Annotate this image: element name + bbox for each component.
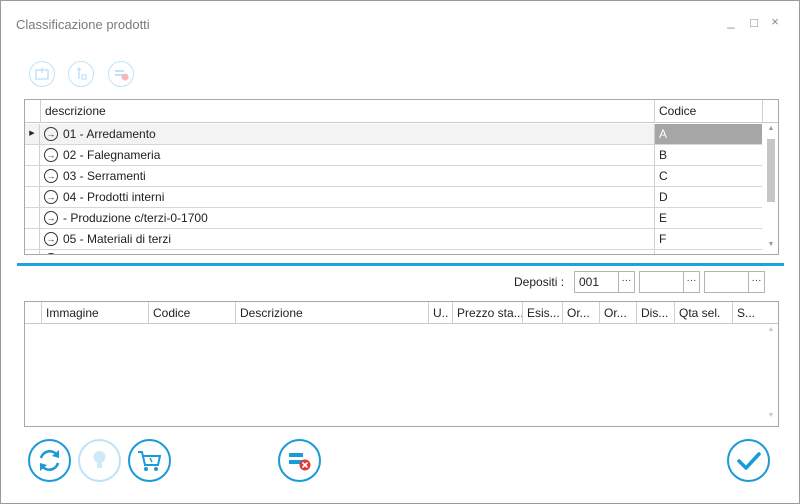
arrow-right-circle-icon[interactable]: → bbox=[44, 169, 58, 183]
category-description: - Produzione c/terzi-1701-3000 bbox=[63, 250, 228, 254]
lightbulb-icon bbox=[93, 451, 106, 468]
row-indicator bbox=[25, 166, 40, 186]
scroll-up-icon[interactable]: ▲ bbox=[764, 326, 778, 333]
category-code: F bbox=[654, 229, 762, 249]
window-title: Classificazione prodotti bbox=[16, 17, 150, 32]
products-grid-header: Immagine Codice Descrizione U.. Prezzo sta..… bbox=[25, 302, 778, 324]
table-row[interactable]: → - Produzione c/terzi-0-1700 E bbox=[25, 208, 762, 229]
browse-button-2[interactable]: ··· bbox=[683, 272, 699, 292]
deposito-value-1[interactable]: 001 bbox=[579, 272, 599, 292]
scroll-down-icon[interactable]: ▼ bbox=[764, 241, 778, 248]
confirm-icon bbox=[737, 452, 761, 470]
maximize-button[interactable]: □ bbox=[746, 15, 762, 31]
category-description: 01 - Arredamento bbox=[63, 127, 156, 141]
suggest-button[interactable] bbox=[78, 439, 121, 482]
category-description: 05 - Materiali di terzi bbox=[63, 232, 172, 246]
category-description: 02 - Falegnameria bbox=[63, 148, 161, 162]
category-code: G bbox=[654, 250, 762, 254]
category-code: E bbox=[654, 208, 762, 228]
scroll-thumb[interactable] bbox=[767, 139, 775, 202]
refresh-icon bbox=[39, 449, 60, 472]
close-button[interactable]: × bbox=[767, 14, 783, 30]
minimize-button[interactable]: _ bbox=[723, 14, 739, 30]
category-code: C bbox=[654, 166, 762, 186]
row-indicator: ▶ bbox=[25, 124, 40, 144]
table-row[interactable]: → 02 - Falegnameria B bbox=[25, 145, 762, 166]
add-icon[interactable] bbox=[29, 61, 55, 87]
table-row[interactable]: → 04 - Prodotti interni D bbox=[25, 187, 762, 208]
category-description: 04 - Prodotti interni bbox=[63, 190, 165, 204]
code-column-header[interactable]: Codice bbox=[655, 100, 763, 123]
arrow-right-circle-icon[interactable]: → bbox=[44, 232, 58, 246]
products-grid[interactable]: Immagine Codice Descrizione U.. Prezzo sta..… bbox=[24, 301, 779, 427]
row-indicator bbox=[25, 187, 40, 207]
delete-icon[interactable] bbox=[108, 61, 134, 87]
remove-filter-button[interactable] bbox=[278, 439, 321, 482]
arrow-right-circle-icon[interactable]: → bbox=[44, 211, 58, 225]
column-header-qta-sel[interactable]: Qta sel. bbox=[674, 302, 732, 324]
column-header-s[interactable]: S... bbox=[732, 302, 762, 324]
splitter[interactable] bbox=[17, 263, 784, 266]
table-row[interactable]: ▶ → 01 - Arredamento A bbox=[25, 124, 762, 145]
arrow-right-circle-icon[interactable]: → bbox=[44, 127, 58, 141]
row-indicator-header bbox=[25, 100, 41, 123]
refresh-button[interactable] bbox=[28, 439, 71, 482]
row-indicator bbox=[25, 145, 40, 165]
column-header-disponibile[interactable]: Dis... bbox=[636, 302, 674, 324]
arrow-right-circle-icon[interactable]: → bbox=[44, 253, 58, 254]
column-header-ordinato[interactable]: Or... bbox=[562, 302, 599, 324]
row-indicator bbox=[25, 208, 40, 228]
arrow-right-circle-icon[interactable]: → bbox=[44, 190, 58, 204]
categories-scrollbar[interactable]: ▲ ▼ bbox=[764, 123, 778, 254]
table-row[interactable]: → - Produzione c/terzi-1701-3000 G bbox=[25, 250, 762, 254]
arrow-right-circle-icon[interactable]: → bbox=[44, 148, 58, 162]
deposito-field-1[interactable]: 001 ··· bbox=[574, 271, 635, 293]
scroll-up-icon[interactable]: ▲ bbox=[764, 125, 778, 132]
confirm-button[interactable] bbox=[727, 439, 770, 482]
column-header-descrizione[interactable]: Descrizione bbox=[235, 302, 428, 324]
category-description: - Produzione c/terzi-0-1700 bbox=[63, 211, 208, 225]
column-header-esistenza[interactable]: Esis... bbox=[522, 302, 562, 324]
table-row[interactable]: → 05 - Materiali di terzi F bbox=[25, 229, 762, 250]
category-description: 03 - Serramenti bbox=[63, 169, 146, 183]
column-header-codice[interactable]: Codice bbox=[148, 302, 235, 324]
deposito-field-2[interactable]: ··· bbox=[639, 271, 700, 293]
category-code: A bbox=[654, 124, 762, 144]
column-header-prezzo[interactable]: Prezzo sta... bbox=[452, 302, 522, 324]
scroll-down-icon[interactable]: ▼ bbox=[764, 412, 778, 419]
move-icon[interactable] bbox=[68, 61, 94, 87]
column-header-immagine[interactable]: Immagine bbox=[41, 302, 148, 324]
browse-button-1[interactable]: ··· bbox=[618, 272, 634, 292]
deposito-field-3[interactable]: ··· bbox=[704, 271, 765, 293]
window: Classificazione prodotti _ □ × descrizio… bbox=[0, 0, 800, 504]
table-row[interactable]: → 03 - Serramenti C bbox=[25, 166, 762, 187]
cart-button[interactable] bbox=[128, 439, 171, 482]
column-header-ordinato-2[interactable]: Or... bbox=[599, 302, 636, 324]
row-indicator-header bbox=[25, 302, 41, 324]
categories-grid-header: descrizione Codice bbox=[25, 100, 778, 123]
categories-grid[interactable]: descrizione Codice ▶ → 01 - Arredamento A → 0… bbox=[24, 99, 779, 255]
column-header-um[interactable]: U.. bbox=[428, 302, 452, 324]
description-column-header[interactable]: descrizione bbox=[41, 100, 655, 123]
row-indicator bbox=[25, 229, 40, 249]
cart-icon bbox=[138, 451, 162, 471]
category-code: B bbox=[654, 145, 762, 165]
row-indicator bbox=[25, 250, 40, 254]
depositi-label: Depositi : bbox=[514, 275, 565, 289]
remove-filter-icon bbox=[289, 453, 311, 471]
browse-button-3[interactable]: ··· bbox=[748, 272, 764, 292]
category-code: D bbox=[654, 187, 762, 207]
products-scrollbar[interactable]: ▲ ▼ bbox=[764, 324, 778, 426]
